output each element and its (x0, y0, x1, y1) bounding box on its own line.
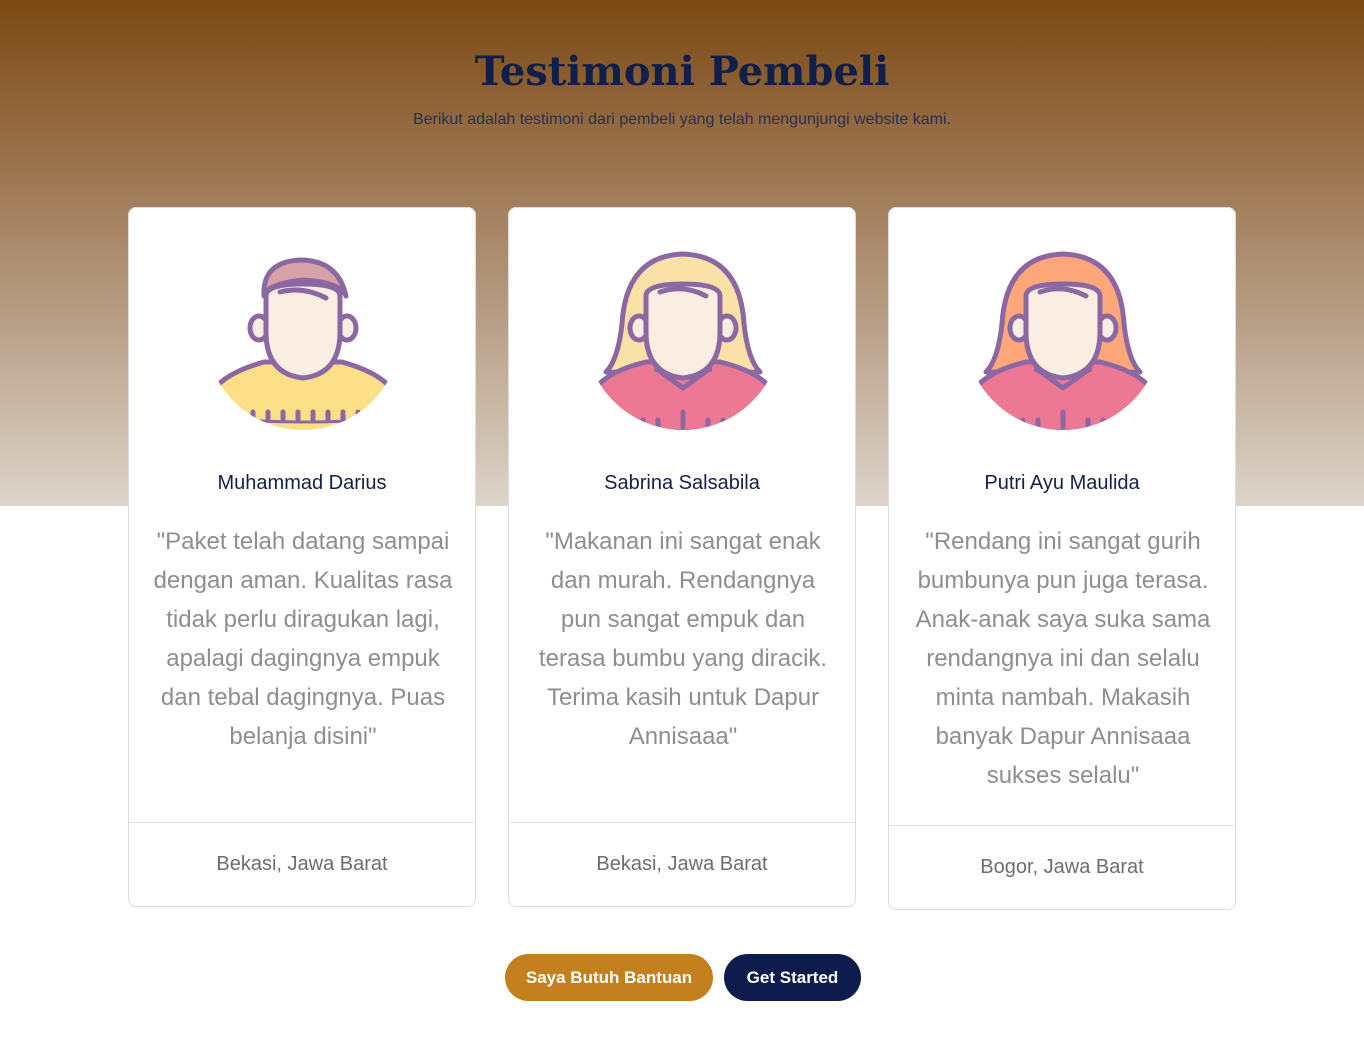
customer-name: Muhammad Darius (217, 472, 387, 494)
testimonial-card: Sabrina Salsabila "Makanan ini sangat en… (508, 207, 856, 907)
section-title: Testimoni Pembeli (474, 48, 890, 95)
testimonial-quote: "Paket telah datang sampai dengan aman. … (153, 528, 453, 750)
customer-location: Bogor, Jawa Barat (889, 825, 1235, 909)
customer-location: Bekasi, Jawa Barat (509, 822, 855, 906)
testimonial-quote: "Makanan ini sangat enak dan murah. Rend… (538, 528, 828, 750)
customer-name: Sabrina Salsabila (604, 472, 760, 494)
section-subtitle: Berikut adalah testimoni dari pembeli ya… (412, 111, 952, 128)
female-avatar-icon (588, 251, 778, 430)
customer-location: Bekasi, Jawa Barat (129, 822, 475, 906)
get-started-button[interactable]: Get Started (724, 954, 861, 1001)
testimonial-card: Muhammad Darius "Paket telah datang samp… (128, 207, 476, 907)
customer-name: Putri Ayu Maulida (984, 472, 1140, 494)
testimonial-card: Putri Ayu Maulida "Rendang ini sangat gu… (888, 207, 1236, 910)
help-button[interactable]: Saya Butuh Bantuan (505, 954, 713, 1001)
female-avatar-icon (968, 251, 1158, 430)
testimonial-quote: "Rendang ini sangat gurih bumbunya pun j… (915, 528, 1211, 789)
male-avatar-icon (208, 257, 398, 430)
